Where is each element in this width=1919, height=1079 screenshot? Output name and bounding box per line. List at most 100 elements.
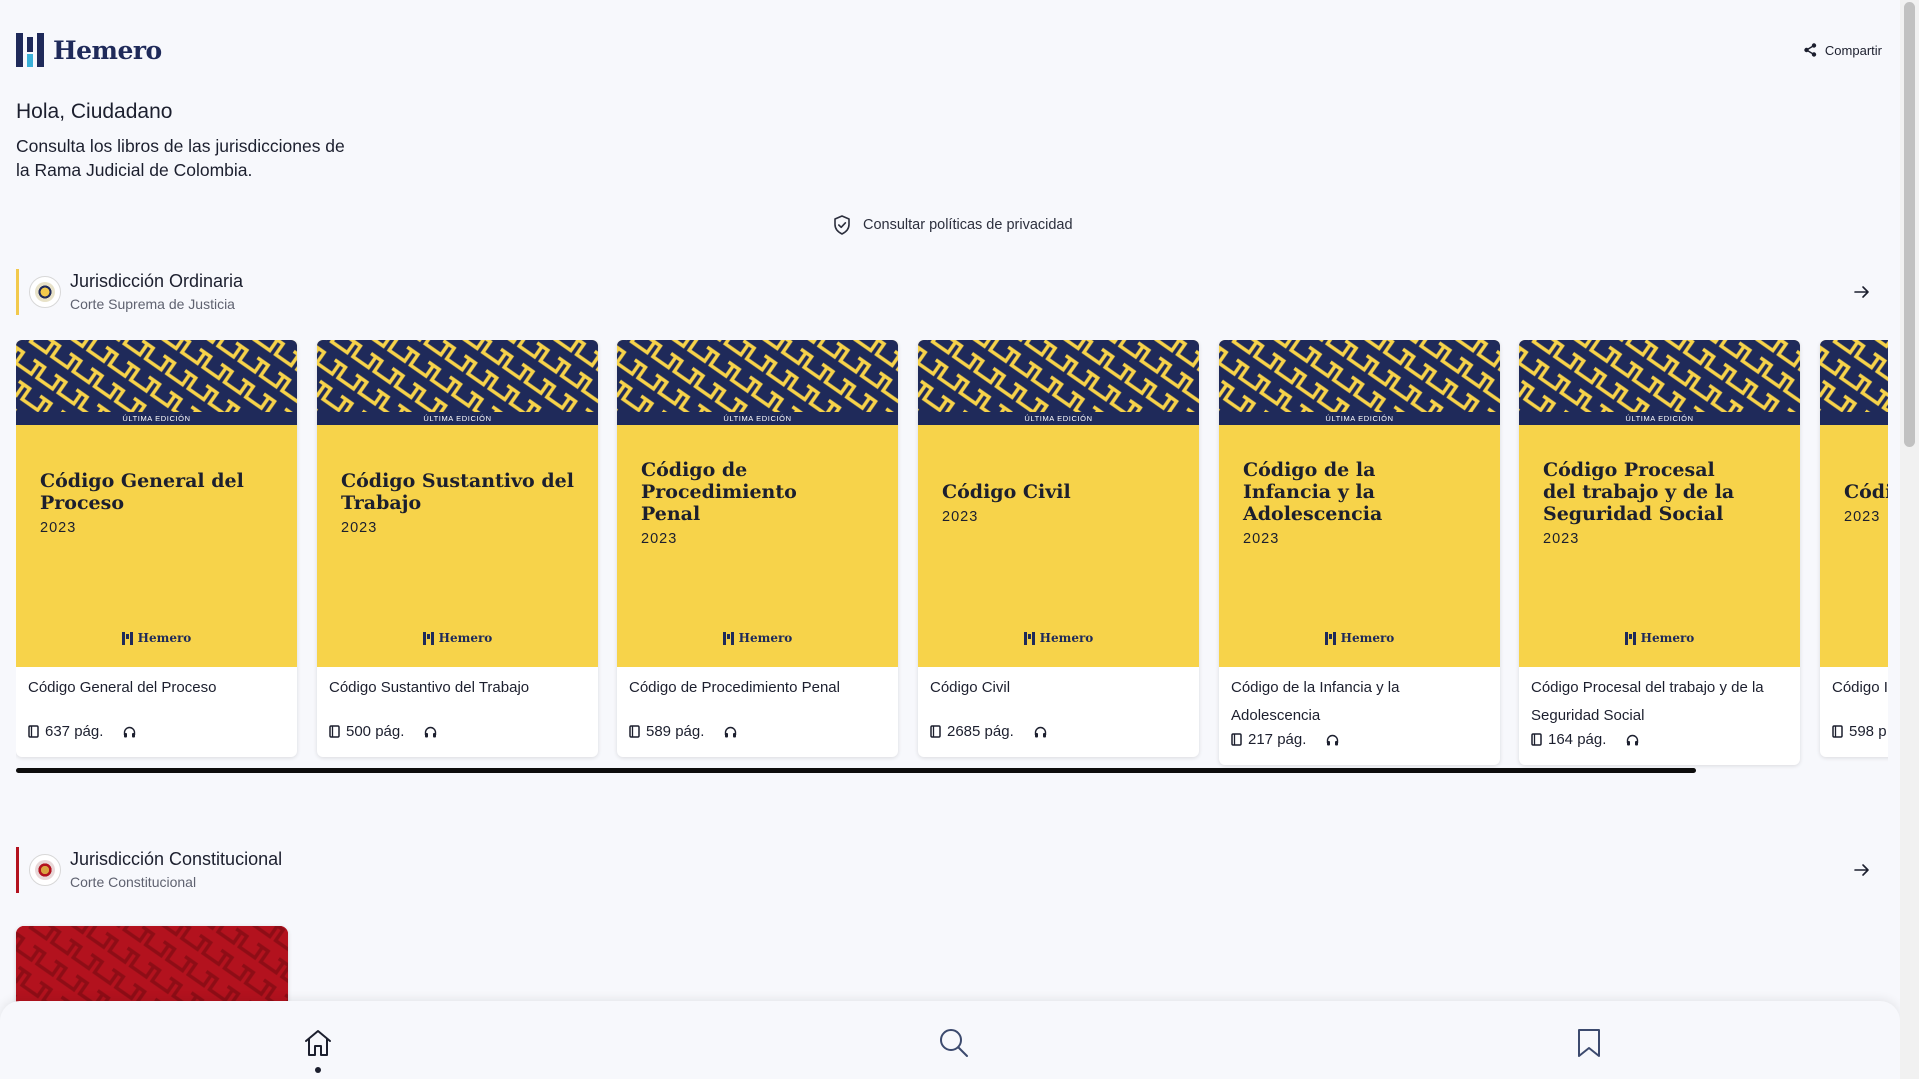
book-title: Código I — [1832, 679, 1888, 696]
book-cover: ÚLTIMA EDICIÓN Código de Procedimiento P… — [617, 340, 898, 667]
section-accent-bar — [16, 269, 19, 315]
books-carousel-ordinaria[interactable]: ÚLTIMA EDICIÓN Código General del Proces… — [16, 340, 1888, 770]
cover-brand: Hemero — [1219, 631, 1500, 645]
vertical-scrollbar[interactable] — [1900, 0, 1919, 1079]
shield-check-icon — [834, 215, 850, 235]
cover-year: 2023 — [1243, 531, 1280, 547]
book-icon — [629, 725, 640, 738]
page-count: 164 pág. — [1548, 731, 1607, 748]
page-count: 2685 pág. — [947, 723, 1014, 740]
cover-pattern — [317, 340, 598, 412]
book-title: Código de Procedimiento Penal — [629, 679, 840, 696]
cover-title: Código de la Infancia y la Adolescencia — [1243, 459, 1383, 525]
horizontal-scrollbar[interactable] — [16, 768, 1696, 773]
top-bar: Hemero Compartir — [16, 30, 1882, 70]
book-cover: ÚLTIMA EDICIÓN Código Civil 2023 Hemero — [918, 340, 1199, 667]
book-card[interactable]: ÚLTIMA EDICIÓN Código General del Proces… — [16, 340, 297, 757]
book-title: Código de la Infancia y la Adolescencia — [1231, 679, 1400, 724]
nav-search[interactable] — [936, 1025, 972, 1061]
cover-title: Código General del Proceso — [40, 470, 244, 514]
section-accent-bar — [16, 847, 19, 893]
book-meta: 589 pág. — [629, 723, 737, 740]
book-card[interactable]: Códi 2023 Código I 598 p — [1820, 340, 1888, 757]
book-title: Código General del Proceso — [28, 679, 217, 696]
cover-title: Código Civil — [942, 481, 1071, 503]
page-count: 637 pág. — [45, 723, 104, 740]
section-constitucional-header: Jurisdicción Constitucional Corte Consti… — [16, 847, 1882, 893]
cover-title: Código Procesal del trabajo y de la Segu… — [1543, 459, 1735, 525]
page-count: 500 pág. — [346, 723, 405, 740]
book-icon — [28, 725, 39, 738]
headphones-icon — [124, 726, 136, 737]
page-count: 217 pág. — [1248, 731, 1307, 748]
edition-band: ÚLTIMA EDICIÓN — [16, 412, 297, 425]
scrollbar-thumb[interactable] — [1904, 2, 1915, 447]
share-icon — [1804, 43, 1817, 57]
section-title: Jurisdicción Ordinaria — [70, 271, 244, 291]
cover-brand: Hemero — [1519, 631, 1800, 645]
app-page: Hemero Compartir Hola, Ciudadano Consult… — [0, 0, 1900, 1079]
privacy-link-label: Consultar políticas de privacidad — [863, 217, 1073, 233]
book-card[interactable]: ÚLTIMA EDICIÓN Código de la Infancia y l… — [1219, 340, 1500, 765]
share-label: Compartir — [1824, 42, 1882, 58]
book-meta: 217 pág. — [1231, 731, 1339, 748]
cover-brand: Hemero — [317, 631, 598, 645]
corte-suprema-seal-icon — [29, 276, 61, 308]
book-meta: 164 pág. — [1531, 731, 1639, 748]
book-card[interactable]: ÚLTIMA EDICIÓN Código Procesal del traba… — [1519, 340, 1800, 765]
section-subtitle: Corte Constitucional — [70, 874, 197, 890]
book-card[interactable]: ÚLTIMA EDICIÓN Código Sustantivo del Tra… — [317, 340, 598, 757]
edition-band: ÚLTIMA EDICIÓN — [1219, 412, 1500, 425]
cover-title: Código Sustantivo del Trabajo — [341, 470, 574, 514]
intro-text: Consulta los libros de las jurisdiccione… — [16, 136, 345, 180]
book-icon — [329, 725, 340, 738]
cover-pattern — [1519, 340, 1800, 412]
cover-year: 2023 — [641, 531, 678, 547]
headphones-icon — [1034, 726, 1046, 737]
cover-title: Códi — [1844, 481, 1888, 503]
edition-band: ÚLTIMA EDICIÓN — [1519, 412, 1800, 425]
cover-brand: Hemero — [16, 631, 297, 645]
arrow-right-icon[interactable] — [1854, 285, 1870, 299]
bookmark-icon — [1578, 1029, 1600, 1057]
hemero-logo-mark — [422, 631, 434, 645]
book-card[interactable]: ÚLTIMA EDICIÓN Código Civil 2023 Hemero … — [918, 340, 1199, 757]
section-title: Jurisdicción Constitucional — [70, 849, 283, 869]
nav-saved[interactable] — [1571, 1025, 1607, 1061]
cover-year: 2023 — [40, 520, 77, 536]
book-title: Código Civil — [930, 679, 1011, 696]
corte-constitucional-seal-icon — [29, 854, 61, 886]
hemero-logo-mark — [1023, 631, 1035, 645]
cover-pattern — [1820, 340, 1888, 412]
active-indicator — [315, 1067, 321, 1073]
hemero-logo-mark — [16, 33, 44, 67]
book-cover: ÚLTIMA EDICIÓN Código Procesal del traba… — [1519, 340, 1800, 667]
privacy-link[interactable]: Consultar políticas de privacidad — [833, 215, 1073, 235]
cover-brand: Hemero — [617, 631, 898, 645]
cover-pattern — [1219, 340, 1500, 412]
cover-brand: Hemero — [918, 631, 1199, 645]
arrow-right-icon[interactable] — [1854, 863, 1870, 877]
edition-band: ÚLTIMA EDICIÓN — [617, 412, 898, 425]
headphones-icon — [425, 726, 437, 737]
book-icon — [1832, 725, 1843, 738]
cover-pattern — [16, 340, 297, 412]
hemero-logo-mark — [1324, 631, 1336, 645]
headphones-icon — [1327, 734, 1339, 745]
home-icon — [305, 1030, 331, 1056]
edition-band — [1820, 412, 1888, 425]
book-meta: 500 pág. — [329, 723, 437, 740]
nav-home[interactable] — [300, 1025, 336, 1061]
book-cover: ÚLTIMA EDICIÓN Código Sustantivo del Tra… — [317, 340, 598, 667]
cover-title: Código de Procedimiento Penal — [641, 459, 797, 525]
book-title: Código Sustantivo del Trabajo — [329, 679, 530, 696]
book-cover: Códi 2023 — [1820, 340, 1888, 667]
share-button[interactable]: Compartir — [1804, 43, 1882, 58]
book-card[interactable]: ÚLTIMA EDICIÓN Código de Procedimiento P… — [617, 340, 898, 757]
hemero-logo-mark — [722, 631, 734, 645]
brand-logo[interactable]: Hemero — [16, 33, 162, 67]
headphones-icon — [725, 726, 737, 737]
book-meta: 598 p — [1832, 723, 1887, 740]
cover-year: 2023 — [1844, 509, 1881, 525]
section-subtitle: Corte Suprema de Justicia — [70, 296, 235, 312]
